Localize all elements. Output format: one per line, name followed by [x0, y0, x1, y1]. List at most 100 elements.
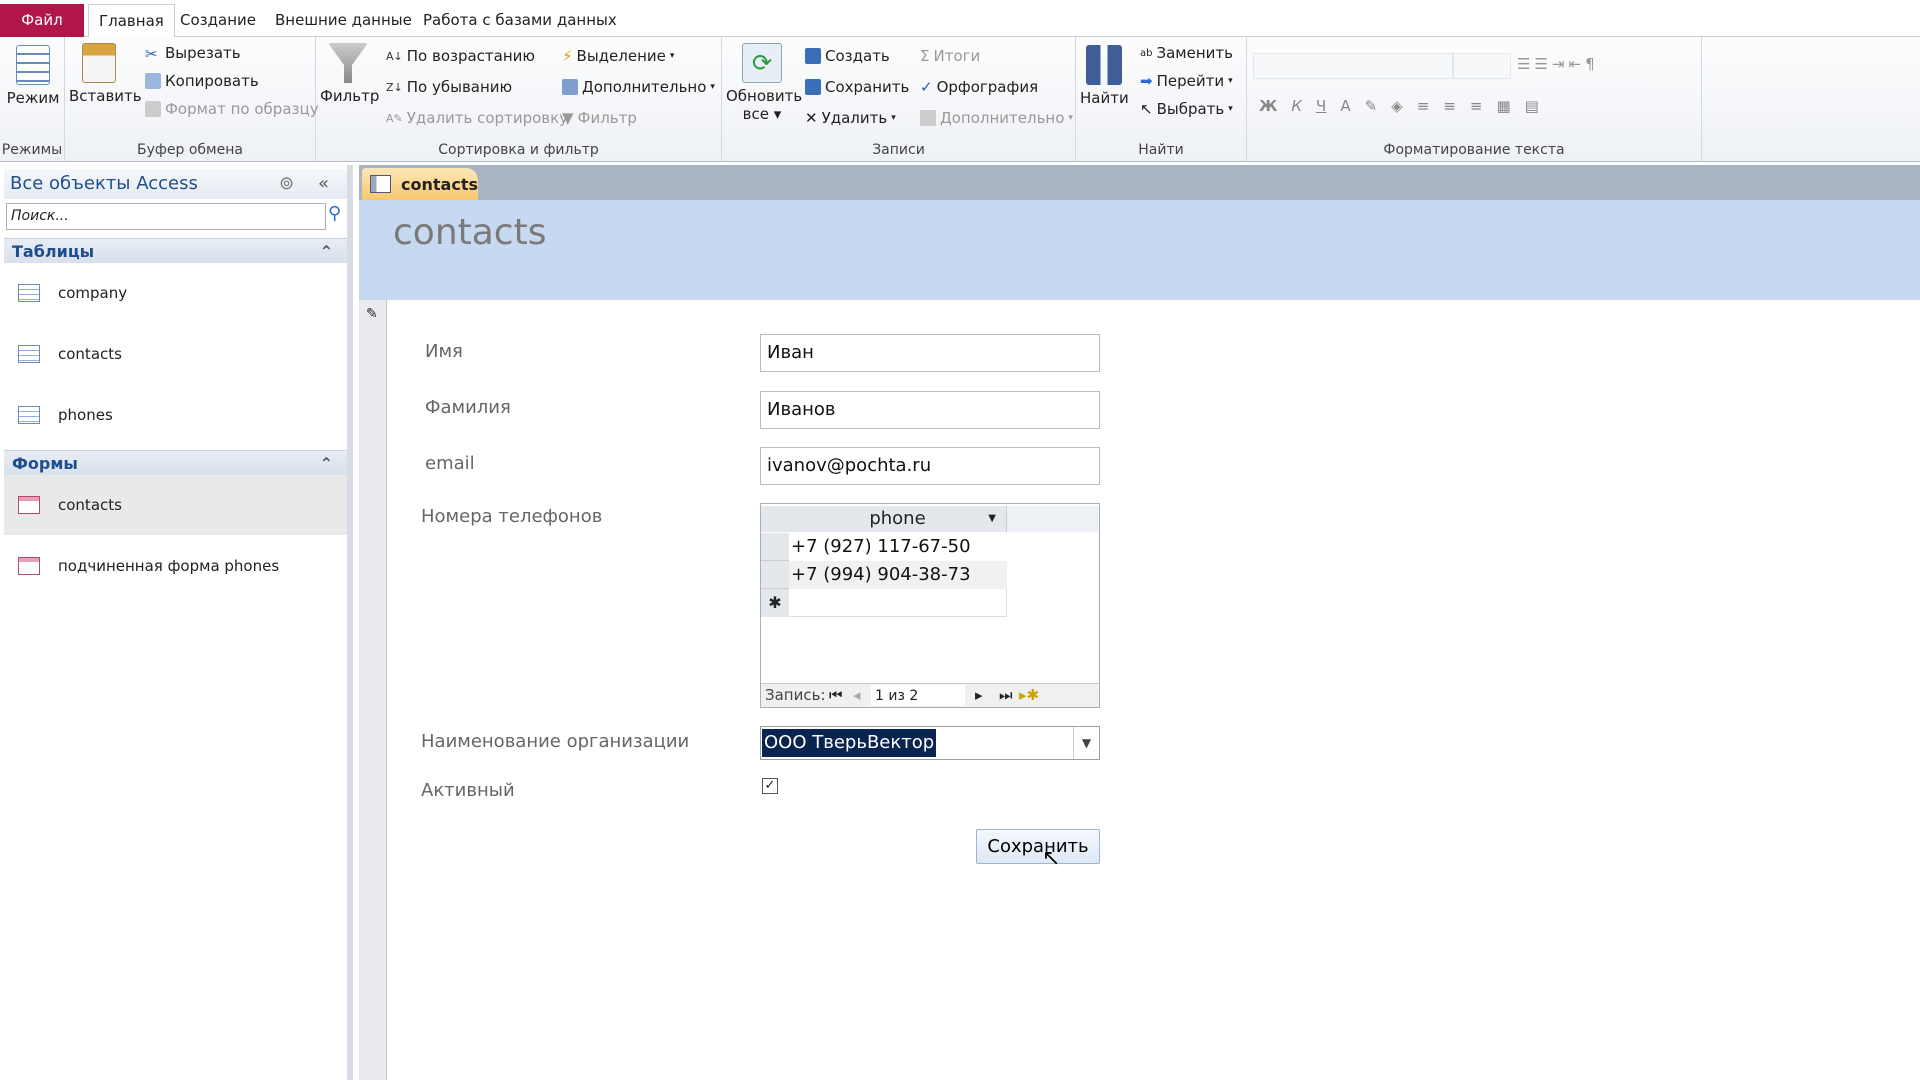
nav-pane-header[interactable]: Все объекты Access ⊚ «	[4, 169, 347, 199]
font-color-button[interactable]: A	[1340, 97, 1350, 115]
collapse-section-icon[interactable]: ⌃	[320, 239, 333, 264]
filter-button[interactable]: Фильтр	[320, 43, 380, 105]
row-selector[interactable]	[761, 561, 789, 589]
gridlines-icon[interactable]: ▦	[1496, 97, 1510, 115]
nav-item-contacts-table[interactable]: contacts	[4, 324, 347, 384]
select-all-corner[interactable]	[761, 506, 789, 532]
nav-search-input[interactable]: Поиск...	[6, 203, 326, 230]
new-row-selector[interactable]: ✱	[761, 589, 789, 617]
underline-button[interactable]: Ч	[1316, 97, 1326, 115]
spelling-button[interactable]: ✓ Орфография	[920, 78, 1038, 96]
chevron-down-icon[interactable]: ▼	[1073, 727, 1099, 759]
clear-sort-button[interactable]: A✎ Удалить сортировку	[386, 109, 568, 127]
collapse-pane-icon[interactable]: «	[318, 169, 329, 199]
delete-record-button[interactable]: ✕ Удалить ▾	[805, 109, 896, 127]
nav-item-company[interactable]: company	[4, 263, 347, 323]
collapse-section-icon[interactable]: ⌃	[320, 451, 333, 476]
align-center-icon[interactable]: ≡	[1443, 97, 1456, 115]
save-record-button[interactable]: Сохранить	[805, 78, 909, 96]
nav-item-contacts-form[interactable]: contacts	[4, 475, 347, 535]
last-record-icon[interactable]: ⏭	[999, 684, 1013, 706]
prev-record-icon[interactable]: ◂	[853, 684, 861, 706]
format-painter-button[interactable]: Формат по образцу	[145, 100, 319, 118]
tab-home[interactable]: Главная	[88, 4, 175, 38]
mouse-cursor-icon: ↖	[1042, 846, 1061, 871]
find-button[interactable]: Найти	[1080, 45, 1129, 107]
refresh-all-button[interactable]: ⟳ Обновить все ▾	[726, 43, 802, 123]
cut-button[interactable]: ✂ Вырезать	[145, 44, 241, 63]
toggle-filter-button[interactable]: ▼ Фильтр	[562, 109, 637, 127]
sort-asc-label: По возрастанию	[406, 47, 536, 65]
document-tabs: contacts	[359, 165, 1920, 200]
sort-ascending-button[interactable]: A↓ По возрастанию	[386, 47, 535, 65]
document-tab-contacts[interactable]: contacts	[362, 168, 478, 200]
nav-item-phones-subform[interactable]: подчиненная форма phones	[4, 536, 347, 596]
list-buttons[interactable]: ☰ ☰ ⇥ ⇤ ¶	[1517, 55, 1595, 73]
italic-button[interactable]: К	[1291, 97, 1302, 115]
font-name-select[interactable]	[1253, 53, 1453, 79]
dropdown-arrow-icon[interactable]: ▼	[988, 506, 996, 532]
nav-section-forms[interactable]: Формы ⌃	[4, 450, 347, 475]
record-selector[interactable]: ✎	[359, 300, 387, 1080]
view-button[interactable]: Режим	[5, 45, 61, 107]
phone-cell[interactable]: +7 (927) 117-67-50	[791, 536, 971, 557]
group-label: Сортировка и фильтр	[438, 142, 599, 158]
tab-file[interactable]: Файл	[0, 4, 84, 37]
align-right-icon[interactable]: ≡	[1470, 97, 1483, 115]
nav-item-phones[interactable]: phones	[4, 385, 347, 445]
nav-section-tables[interactable]: Таблицы ⌃	[4, 238, 347, 263]
sort-descending-button[interactable]: Z↓ По убыванию	[386, 78, 512, 96]
tab-database-tools[interactable]: Работа с базами данных	[413, 4, 627, 37]
email-field[interactable]: ivanov@pochta.ru	[760, 447, 1100, 485]
goto-label: Перейти	[1156, 72, 1225, 90]
last-name-field[interactable]: Иванов	[760, 391, 1100, 429]
organization-combobox[interactable]: ООО ТверьВектор ▼	[760, 726, 1100, 760]
paste-icon	[82, 43, 116, 83]
table-icon	[18, 406, 40, 424]
first-name-field[interactable]: Иван	[760, 334, 1100, 372]
search-icon[interactable]: ⚲	[328, 203, 341, 224]
group-text-formatting: ☰ ☰ ⇥ ⇤ ¶ Ж К Ч A ✎ ◈ ≡ ≡ ≡ ▦ ▤ Форматирование текста	[1247, 37, 1702, 161]
goto-button[interactable]: ➡ Перейти ▾	[1140, 72, 1233, 90]
record-position-input[interactable]: 1 из 2	[871, 685, 965, 706]
copy-icon	[145, 73, 161, 89]
nav-item-label: contacts	[58, 345, 122, 363]
select-label: Выбрать	[1156, 100, 1225, 118]
first-record-icon[interactable]: ⏮	[829, 684, 843, 706]
phone-cell[interactable]: +7 (994) 904-38-73	[791, 564, 971, 585]
record-nav-label: Запись:	[765, 686, 826, 704]
nav-menu-icon[interactable]: ⊚	[279, 169, 294, 199]
next-record-icon[interactable]: ▸	[975, 684, 983, 706]
bold-button[interactable]: Ж	[1259, 97, 1277, 115]
more-records-button[interactable]: Дополнительно ▾	[920, 109, 1073, 127]
align-left-icon[interactable]: ≡	[1417, 97, 1430, 115]
new-row-cell[interactable]	[789, 589, 1007, 617]
highlight-icon[interactable]: ✎	[1365, 97, 1378, 115]
new-record-button[interactable]: Создать	[805, 47, 890, 65]
document-tab-label: contacts	[401, 174, 478, 194]
font-size-select[interactable]	[1453, 53, 1511, 79]
tab-create[interactable]: Создание	[170, 4, 266, 37]
advanced-filter-label: Дополнительно	[582, 78, 707, 96]
replace-button[interactable]: ab Заменить	[1140, 44, 1233, 62]
alt-row-color-icon[interactable]: ▤	[1525, 97, 1539, 115]
table-icon	[18, 345, 40, 363]
dropdown-arrow-icon: ▾	[891, 113, 896, 123]
select-button[interactable]: ↖ Выбрать ▾	[1140, 100, 1233, 118]
save-button[interactable]: Сохранить	[976, 829, 1100, 864]
fill-color-icon[interactable]: ◈	[1391, 97, 1403, 115]
totals-button[interactable]: Σ Итоги	[920, 47, 980, 65]
active-checkbox[interactable]: ✓	[762, 778, 778, 794]
phone-column-header[interactable]: phone ▼	[789, 506, 1007, 532]
row-selector[interactable]	[761, 533, 789, 561]
tab-external-data[interactable]: Внешние данные	[265, 4, 422, 37]
sort-desc-icon: Z↓	[386, 80, 403, 94]
section-label: Таблицы	[12, 242, 95, 261]
paste-button[interactable]: Вставить	[69, 43, 142, 105]
new-record-icon[interactable]: ▸✱	[1019, 684, 1039, 706]
refresh-label-2: все ▾	[742, 105, 782, 123]
copy-button[interactable]: Копировать	[145, 72, 259, 90]
selection-button[interactable]: ⚡ Выделение ▾	[562, 47, 674, 65]
advanced-filter-button[interactable]: Дополнительно ▾	[562, 78, 715, 96]
filter-label: Фильтр	[320, 87, 380, 105]
